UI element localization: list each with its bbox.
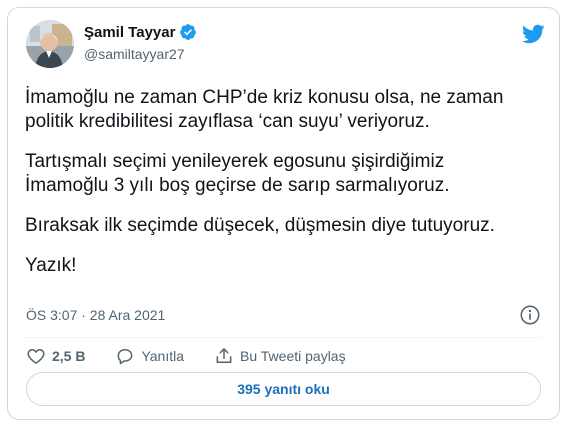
tweet-paragraph: Tartışmalı seçimi yenileyerek egosunu şi… xyxy=(25,150,545,198)
tweet-line: politik kredibilitesi zayıflasa ‘can suy… xyxy=(25,111,430,132)
twitter-bird-icon[interactable] xyxy=(521,22,545,46)
heart-icon xyxy=(27,349,45,364)
tweet-card: Şamil Tayyar @samiltayyar27 İmamoğlu ne … xyxy=(7,7,560,420)
reply-label: Yanıtla xyxy=(141,348,185,364)
share-button[interactable]: Bu Tweeti paylaş xyxy=(214,346,346,366)
author-handle[interactable]: @samiltayyar27 xyxy=(84,46,197,62)
verified-badge-icon xyxy=(180,24,197,40)
tweet-paragraph: İmamoğlu ne zaman CHP’de kriz konusu ols… xyxy=(25,86,545,134)
share-upload-icon xyxy=(216,348,232,363)
tweet-line: İmamoğlu ne zaman CHP’de kriz konusu ols… xyxy=(25,87,504,108)
tweet-timestamp[interactable]: ÖS 3:07 · 28 Ara 2021 xyxy=(26,307,165,323)
avatar[interactable] xyxy=(26,20,74,68)
tweet-line: Tartışmalı seçimi yenileyerek egosunu şi… xyxy=(25,151,445,172)
reply-button[interactable]: Yanıtla xyxy=(115,346,184,366)
tweet-text: İmamoğlu ne zaman CHP’de kriz konusu ols… xyxy=(25,86,545,294)
tweet-actions: 2,5 B Yanıtla Bu Tweeti paylaş xyxy=(26,345,376,367)
tweet-line: İmamoğlu 3 yılı boş geçirse de sarıp sar… xyxy=(25,175,450,196)
author-name[interactable]: Şamil Tayyar xyxy=(84,24,175,41)
like-button[interactable]: 2,5 B xyxy=(26,346,85,366)
read-replies-button[interactable]: 395 yanıtı oku xyxy=(26,372,541,406)
info-icon[interactable] xyxy=(519,304,541,326)
share-label: Bu Tweeti paylaş xyxy=(240,348,346,364)
like-count: 2,5 B xyxy=(52,348,86,364)
tweet-author: Şamil Tayyar @samiltayyar27 xyxy=(84,23,197,62)
tweet-paragraph: Bıraksak ilk seçimde düşecek, düşmesin d… xyxy=(25,214,545,238)
tweet-line: Bıraksak ilk seçimde düşecek, düşmesin d… xyxy=(25,215,495,236)
speech-bubble-icon xyxy=(118,349,133,365)
tweet-line: Yazık! xyxy=(25,255,77,276)
avatar-photo xyxy=(26,20,74,68)
divider xyxy=(26,337,541,338)
tweet-paragraph: Yazık! xyxy=(25,254,545,278)
author-name-row: Şamil Tayyar xyxy=(84,23,197,41)
